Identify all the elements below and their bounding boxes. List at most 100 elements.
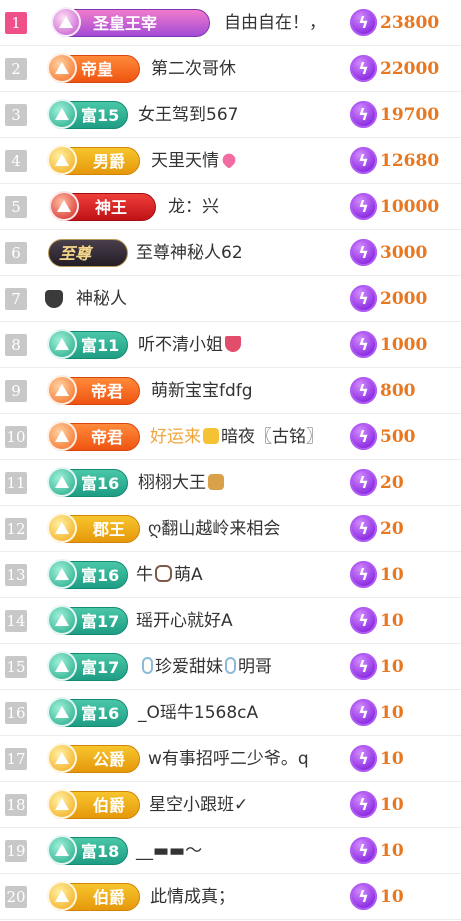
title-badge: 神王	[49, 191, 156, 221]
user-name[interactable]: 此情成真；	[150, 874, 235, 920]
lightning-coin-icon: ϟ	[350, 193, 377, 220]
list-item[interactable]: 4 男爵 天里天情 ϟ 12680	[0, 138, 461, 184]
shield-icon	[49, 191, 79, 221]
user-name[interactable]: __▬▬〜	[136, 828, 202, 874]
user-name[interactable]: 第二次哥休	[151, 46, 236, 92]
user-name-prefix: 珍爱甜妹	[155, 657, 223, 677]
user-name[interactable]: 神秘人	[76, 276, 127, 322]
lightning-coin-icon: ϟ	[350, 101, 377, 128]
list-item[interactable]: 11 富16 栩栩大王 ϟ 20	[0, 460, 461, 506]
title-badge: 圣皇王宰	[51, 7, 210, 37]
lightning-coin-icon: ϟ	[350, 837, 377, 864]
rank-number: 7	[5, 288, 27, 310]
list-item[interactable]: 18 伯爵 星空小跟班✓ ϟ 10	[0, 782, 461, 828]
title-badge: 郡王	[47, 513, 140, 543]
list-item[interactable]: 1 圣皇王宰 自由自在！， ϟ 23800	[0, 0, 461, 46]
user-name[interactable]: 珍爱甜妹 明哥	[140, 644, 272, 690]
lightning-coin-icon: ϟ	[350, 561, 377, 588]
user-name-text: 天里天情	[151, 151, 219, 171]
wealth-level-badge: 富11	[47, 329, 128, 359]
rank-number: 1	[5, 12, 27, 34]
rank-number: 9	[5, 380, 27, 402]
user-name[interactable]: w有事招呼二少爷。q	[148, 736, 309, 782]
lightning-coin-icon: ϟ	[350, 423, 377, 450]
rank-number: 3	[5, 104, 27, 126]
user-name[interactable]: 萌新宝宝fdfg	[151, 368, 253, 414]
user-name[interactable]: 女王驾到567	[138, 92, 238, 138]
score-value: 500	[380, 427, 416, 447]
rank-number: 4	[5, 150, 27, 172]
gem-icon	[47, 99, 77, 129]
rank-number: 2	[5, 58, 27, 80]
score-value: 10000	[380, 197, 440, 217]
list-item[interactable]: 7 神秘人 ϟ 2000	[0, 276, 461, 322]
dress-icon	[225, 336, 241, 352]
lightning-coin-icon: ϟ	[350, 607, 377, 634]
list-item[interactable]: 19 富18 __▬▬〜 ϟ 10	[0, 828, 461, 874]
user-name[interactable]: 牛 萌A	[136, 552, 203, 598]
lightning-coin-icon: ϟ	[350, 745, 377, 772]
lightning-coin-icon: ϟ	[350, 147, 377, 174]
user-name[interactable]: _O瑶牛1568cA	[138, 690, 258, 736]
user-name-prefix: 牛	[136, 565, 153, 585]
gem-icon	[47, 697, 77, 727]
score-value: 10	[380, 657, 404, 677]
list-item[interactable]: 8 富11 听不清小姐 ϟ 1000	[0, 322, 461, 368]
rank-number: 6	[5, 242, 27, 264]
lightning-coin-icon: ϟ	[350, 883, 377, 910]
list-item[interactable]: 20 伯爵 此情成真； ϟ 10	[0, 874, 461, 920]
wealth-level-badge: 富16	[47, 697, 128, 727]
user-name[interactable]: 听不清小姐	[138, 322, 243, 368]
user-name[interactable]: 星空小跟班✓	[149, 782, 248, 828]
lightning-coin-icon: ϟ	[350, 791, 377, 818]
list-item[interactable]: 14 富17 瑶开心就好A ϟ 10	[0, 598, 461, 644]
rank-number: 19	[5, 840, 27, 862]
list-item[interactable]: 9 帝君 萌新宝宝fdfg ϟ 800	[0, 368, 461, 414]
gem-icon	[47, 835, 77, 865]
user-name-prefix: 好运来	[150, 427, 201, 447]
user-name-text: 暗夜〖古铭〗	[221, 427, 323, 447]
user-name[interactable]: 自由自在！，	[224, 0, 326, 46]
user-name[interactable]: 好运来 暗夜〖古铭〗	[150, 414, 323, 460]
user-name[interactable]: 瑶开心就好A	[136, 598, 233, 644]
user-name[interactable]: 至尊神秘人62	[136, 230, 243, 276]
list-item[interactable]: 2 帝皇 第二次哥休 ϟ 22000	[0, 46, 461, 92]
list-item[interactable]: 12 郡王 ღ翻山越岭来相会 ϟ 20	[0, 506, 461, 552]
list-item[interactable]: 13 富16 牛 萌A ϟ 10	[0, 552, 461, 598]
lightning-coin-icon: ϟ	[350, 469, 377, 496]
lightning-coin-icon: ϟ	[350, 55, 377, 82]
gem-icon	[47, 651, 77, 681]
gem-icon	[47, 467, 77, 497]
score-value: 20	[380, 473, 404, 493]
title-badge: 公爵	[47, 743, 140, 773]
rank-number: 10	[5, 426, 27, 448]
score-value: 12680	[380, 151, 440, 171]
list-item[interactable]: 16 富16 _O瑶牛1568cA ϟ 10	[0, 690, 461, 736]
crown-icon	[208, 474, 224, 490]
pin-icon	[225, 657, 236, 674]
score-value: 10	[380, 703, 404, 723]
mystery-person-icon	[45, 290, 63, 308]
list-item[interactable]: 5 神王 龙：兴 ϟ 10000	[0, 184, 461, 230]
user-name-text: 栩栩大王	[138, 473, 206, 493]
lightning-coin-icon: ϟ	[350, 331, 377, 358]
wealth-level-badge: 富16	[47, 559, 128, 589]
user-name[interactable]: 栩栩大王	[138, 460, 226, 506]
gem-icon	[47, 145, 77, 175]
gem-icon	[47, 743, 77, 773]
list-item[interactable]: 3 富15 女王驾到567 ϟ 19700	[0, 92, 461, 138]
title-badge: 伯爵	[47, 789, 140, 819]
user-name[interactable]: 龙：兴	[168, 184, 219, 230]
user-name[interactable]: 天里天情	[151, 138, 239, 184]
score-value: 10	[380, 749, 404, 769]
user-name[interactable]: ღ翻山越岭来相会	[148, 506, 280, 552]
diamond-icon	[47, 53, 77, 83]
list-item[interactable]: 17 公爵 w有事招呼二少爷。q ϟ 10	[0, 736, 461, 782]
title-badge: 帝君	[47, 375, 140, 405]
list-item[interactable]: 6 至尊 至尊神秘人62 ϟ 3000	[0, 230, 461, 276]
list-item[interactable]: 15 富17 珍爱甜妹 明哥 ϟ 10	[0, 644, 461, 690]
user-name-text: 明哥	[238, 657, 272, 677]
rank-number: 20	[5, 886, 27, 908]
list-item[interactable]: 10 帝君 好运来 暗夜〖古铭〗 ϟ 500	[0, 414, 461, 460]
title-badge: 帝君	[47, 421, 140, 451]
